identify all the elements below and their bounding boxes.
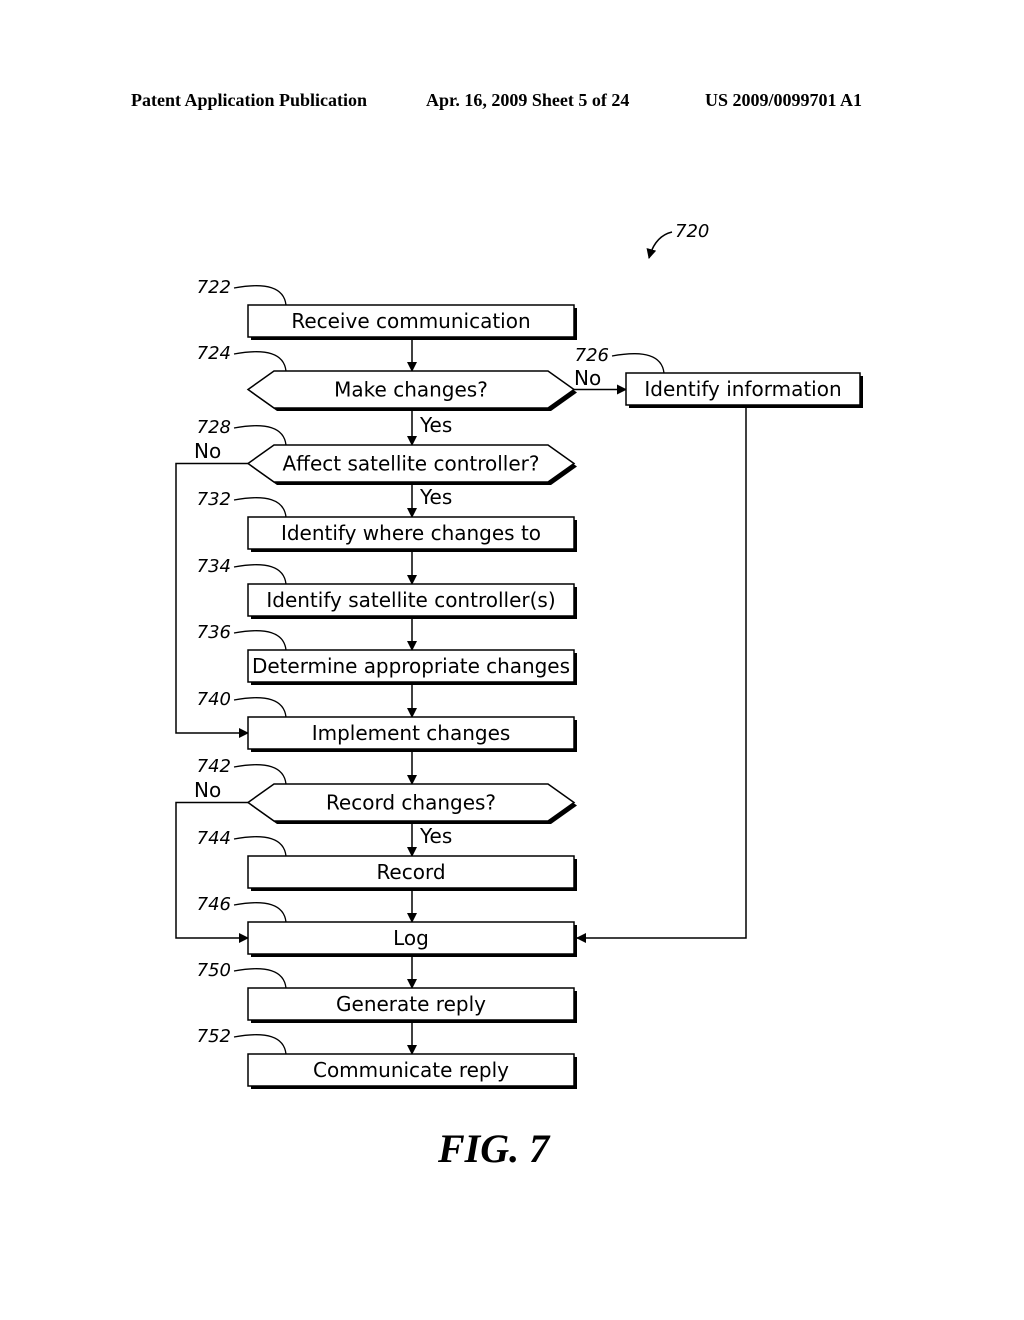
reference-leader-line (233, 968, 287, 989)
edge-742-to-746 (175, 801, 249, 943)
process-node-746: Log 746 (197, 894, 577, 957)
reference-leader-line (233, 351, 287, 372)
node-label: Record (376, 860, 445, 884)
process-node-736: Determine appropriate changes 736 (197, 622, 577, 685)
process-node-740: Implement changes 740 (197, 689, 577, 752)
figure-reference-number: 720 (675, 221, 709, 242)
node-label: Log (393, 926, 429, 950)
edge-label: No (194, 439, 221, 463)
decision-node-724: Make changes? 724 (197, 343, 577, 411)
reference-numeral: 722 (197, 277, 231, 298)
node-label: Affect satellite controller? (283, 452, 540, 476)
reference-leader-line (233, 1034, 287, 1055)
reference-numeral: 728 (197, 417, 231, 438)
node-label: Make changes? (334, 378, 488, 402)
reference-leader-line (233, 630, 287, 651)
reference-leader-line (611, 353, 665, 374)
reference-leader-line (233, 697, 287, 718)
process-node-752: Communicate reply 752 (197, 1026, 577, 1089)
process-node-750: Generate reply 750 (197, 960, 577, 1023)
flowchart: 720 No Yes No Yes No Yes Receive communicatio… (175, 221, 863, 1089)
node-label: Identify where changes to (281, 521, 541, 545)
reference-leader-line (233, 285, 287, 306)
reference-numeral: 736 (197, 622, 231, 643)
decision-node-728: Affect satellite controller? 728 (197, 417, 577, 485)
reference-leader-line (233, 564, 287, 585)
reference-numeral: 750 (197, 960, 231, 981)
figure-label: FIG. 7 (438, 1126, 550, 1171)
reference-numeral: 732 (197, 489, 231, 510)
edge-726-to-746 (576, 408, 747, 943)
process-node-726: Identify information 726 (575, 345, 863, 408)
edge-label: Yes (419, 824, 452, 848)
node-label: Generate reply (336, 992, 486, 1016)
edge-label: No (194, 778, 221, 802)
reference-numeral: 726 (575, 345, 609, 366)
node-label: Implement changes (312, 721, 511, 745)
edge-label: No (574, 366, 601, 390)
process-node-744: Record 744 (197, 828, 577, 891)
node-label: Communicate reply (313, 1058, 509, 1082)
process-node-732: Identify where changes to 732 (197, 489, 577, 552)
reference-numeral: 744 (197, 828, 231, 849)
figure-reference: 720 (646, 221, 709, 259)
reference-leader-line (233, 836, 287, 857)
edge-label: Yes (419, 413, 452, 437)
process-node-734: Identify satellite controller(s) 734 (197, 556, 577, 619)
node-label: Identify satellite controller(s) (266, 588, 555, 612)
reference-leader-line (233, 497, 287, 518)
node-label: Determine appropriate changes (252, 654, 570, 678)
figure-reference-arrow-icon (646, 231, 673, 259)
node-label: Receive communication (291, 309, 530, 333)
reference-leader-line (233, 764, 287, 785)
reference-numeral: 746 (197, 894, 231, 915)
node-label: Record changes? (326, 791, 496, 815)
reference-numeral: 734 (197, 556, 231, 577)
nodes: Receive communication 722 Make changes? 724… (197, 277, 863, 1089)
reference-leader-line (233, 902, 287, 923)
reference-numeral: 742 (197, 756, 231, 777)
reference-leader-line (233, 425, 287, 446)
reference-numeral: 752 (197, 1026, 231, 1047)
reference-numeral: 740 (197, 689, 231, 710)
process-node-722: Receive communication 722 (197, 277, 577, 340)
node-label: Identify information (644, 377, 841, 401)
decision-node-742: Record changes? 742 (197, 756, 577, 824)
edge-label: Yes (419, 485, 452, 509)
reference-numeral: 724 (197, 343, 231, 364)
